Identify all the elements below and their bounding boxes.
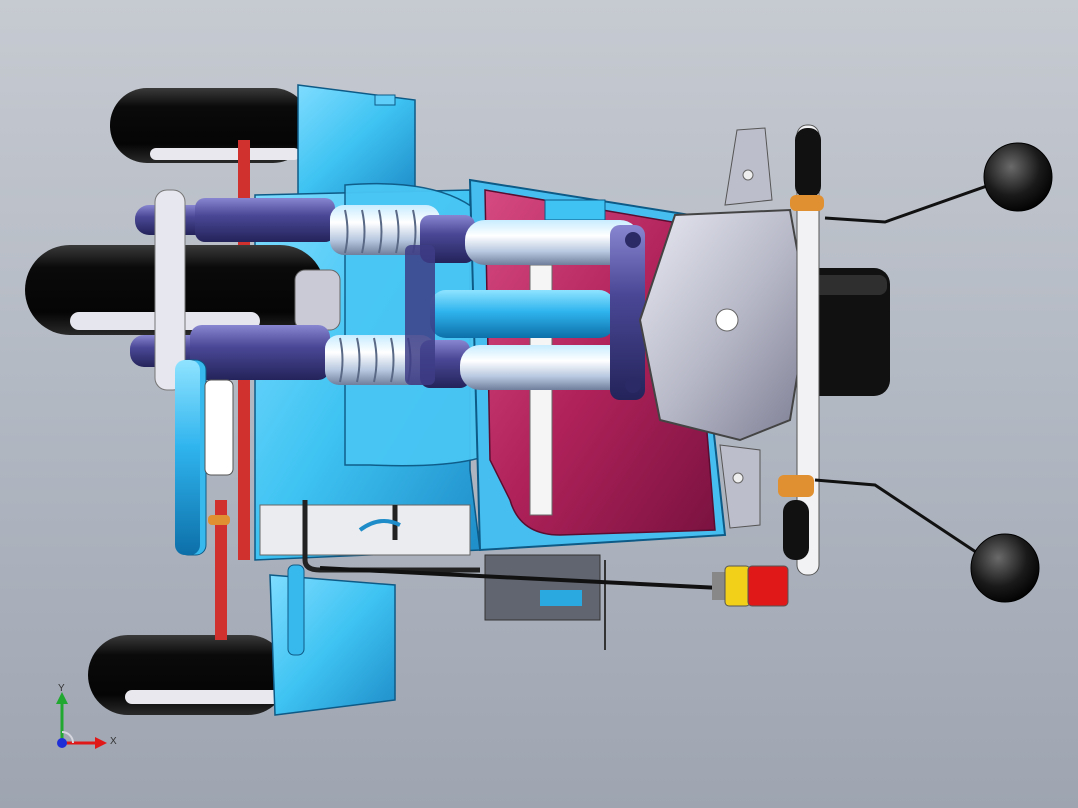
mirror-bracket-bottom xyxy=(719,444,761,529)
mirror-bottom xyxy=(814,478,1040,603)
rear-fender-bottom xyxy=(269,564,396,716)
headlight-housing xyxy=(638,208,810,442)
mirror-bracket-top xyxy=(724,127,773,206)
y-axis-label: Y xyxy=(58,683,65,694)
x-axis-arrow xyxy=(95,737,107,749)
cad-viewport[interactable]: Y X xyxy=(0,0,1078,808)
rear-wheel-top xyxy=(110,88,310,163)
x-axis-label: X xyxy=(110,736,117,747)
scooter-3d-model[interactable] xyxy=(0,0,1078,808)
origin-dot xyxy=(57,738,67,748)
mirror-top xyxy=(824,142,1053,224)
coordinate-triad: Y X xyxy=(40,680,130,760)
rear-fender-top xyxy=(297,84,416,196)
